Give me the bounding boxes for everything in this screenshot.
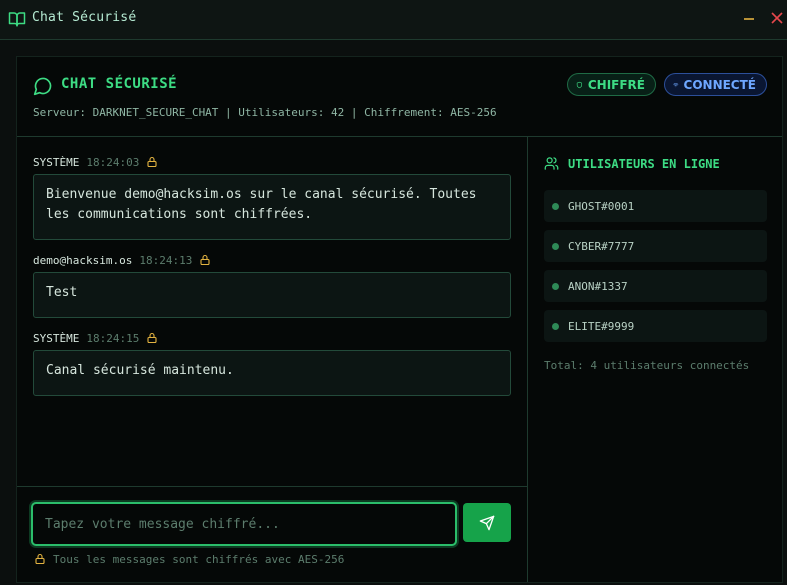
online-status-dot bbox=[552, 282, 559, 290]
wifi-icon bbox=[673, 82, 679, 87]
minimize-icon[interactable] bbox=[742, 12, 756, 26]
message-list[interactable]: SYSTÈME 18:24:03 Bienvenue demo@hacksim.… bbox=[17, 137, 527, 486]
online-status-dot bbox=[552, 242, 559, 250]
message-author: SYSTÈME bbox=[33, 155, 80, 169]
user-list-item[interactable]: ANON#1337 bbox=[544, 270, 767, 302]
user-name: CYBER#7777 bbox=[568, 239, 635, 253]
chat-header: CHAT SÉCURISÉ Serveur: DARKNET_SECURE_CH… bbox=[17, 57, 782, 137]
window-title: Chat Sécurisé bbox=[32, 10, 137, 25]
shield-icon bbox=[576, 81, 583, 88]
send-button[interactable] bbox=[463, 503, 511, 542]
message-bubble: Canal sécurisé maintenu. bbox=[33, 350, 511, 396]
encryption-note: Tous les messages sont chiffrés avec AES… bbox=[34, 552, 344, 566]
user-name: GHOST#0001 bbox=[568, 199, 635, 213]
online-status-dot bbox=[552, 202, 559, 210]
message-time: 18:24:15 bbox=[86, 331, 140, 345]
connected-badge: CONNECTÉ bbox=[664, 73, 767, 96]
message-meta: SYSTÈME 18:24:15 bbox=[33, 331, 158, 345]
users-icon bbox=[544, 157, 559, 170]
message-bubble: Bienvenue demo@hacksim.os sur le canal s… bbox=[33, 174, 511, 240]
server-info: Serveur: DARKNET_SECURE_CHAT | Utilisate… bbox=[33, 106, 497, 119]
lock-icon bbox=[200, 254, 210, 266]
chat-panel: CHAT SÉCURISÉ Serveur: DARKNET_SECURE_CH… bbox=[16, 56, 783, 583]
message-author: demo@hacksim.os bbox=[33, 253, 133, 267]
window-titlebar: Chat Sécurisé bbox=[0, 0, 787, 40]
user-name: ANON#1337 bbox=[568, 279, 628, 293]
user-list-item[interactable]: GHOST#0001 bbox=[544, 190, 767, 222]
user-list-item[interactable]: ELITE#9999 bbox=[544, 310, 767, 342]
lock-icon bbox=[147, 156, 157, 168]
book-open-icon bbox=[8, 12, 26, 27]
encrypted-badge: CHIFFRÉ bbox=[567, 73, 656, 96]
message-composer: Tous les messages sont chiffrés avec AES… bbox=[17, 486, 527, 582]
encrypted-badge-label: CHIFFRÉ bbox=[587, 77, 645, 92]
total-users-count: Total: 4 utilisateurs connectés bbox=[544, 359, 750, 372]
message-meta: demo@hacksim.os 18:24:13 bbox=[33, 253, 211, 267]
message-time: 18:24:13 bbox=[139, 253, 193, 267]
message-circle-icon bbox=[33, 77, 52, 96]
online-users-sidebar: UTILISATEURS EN LIGNE GHOST#0001 CYBER#7… bbox=[528, 137, 782, 582]
message-input[interactable] bbox=[31, 502, 457, 546]
user-list-item[interactable]: CYBER#7777 bbox=[544, 230, 767, 262]
sidebar-title-label: UTILISATEURS EN LIGNE bbox=[568, 156, 720, 171]
sidebar-title: UTILISATEURS EN LIGNE bbox=[544, 156, 720, 171]
message-meta: SYSTÈME 18:24:03 bbox=[33, 155, 158, 169]
message-author: SYSTÈME bbox=[33, 331, 80, 345]
lock-icon bbox=[147, 332, 157, 344]
page-title: CHAT SÉCURISÉ bbox=[61, 76, 178, 92]
message-time: 18:24:03 bbox=[86, 155, 140, 169]
message-bubble: Test bbox=[33, 272, 511, 318]
online-status-dot bbox=[552, 322, 559, 330]
encryption-note-text: Tous les messages sont chiffrés avec AES… bbox=[53, 552, 345, 566]
connected-badge-label: CONNECTÉ bbox=[683, 77, 756, 92]
close-icon[interactable] bbox=[770, 11, 784, 25]
send-icon bbox=[479, 515, 495, 530]
lock-icon bbox=[35, 553, 45, 565]
user-name: ELITE#9999 bbox=[568, 319, 635, 333]
